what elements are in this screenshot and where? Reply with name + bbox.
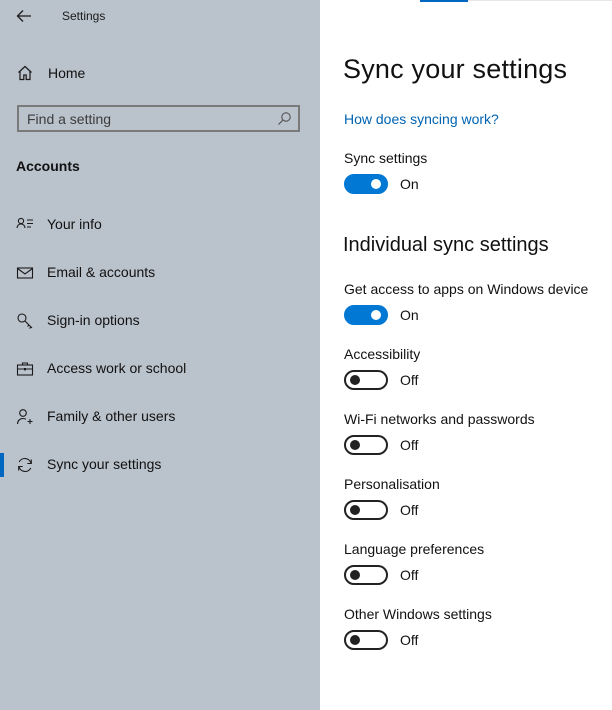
key-icon <box>16 312 34 330</box>
toggle-state: Off <box>400 372 419 388</box>
sidebar-item-sign-in-options[interactable]: Sign-in options <box>0 301 320 341</box>
home-icon <box>16 64 34 82</box>
toggle-state: Off <box>400 437 419 453</box>
toggle-knob <box>350 375 360 385</box>
personalisation-toggle[interactable] <box>344 500 388 520</box>
toggle-state: On <box>400 307 419 323</box>
nav-home[interactable]: Home <box>16 62 306 86</box>
sidebar-item-label: Sync your settings <box>47 456 162 472</box>
toggle-knob <box>371 310 381 320</box>
search-box[interactable] <box>17 105 300 132</box>
setting-row-other-windows: Other Windows settings Off <box>344 606 604 660</box>
briefcase-icon <box>16 360 34 378</box>
search-input[interactable] <box>27 110 267 128</box>
toggle-state: Off <box>400 567 419 583</box>
active-indicator <box>0 453 4 477</box>
sidebar-item-sync-your-settings[interactable]: Sync your settings <box>0 445 320 485</box>
app-title: Settings <box>62 9 106 23</box>
section-heading: Accounts <box>16 158 80 174</box>
setting-label: Language preferences <box>344 541 485 557</box>
sidebar-item-label: Email & accounts <box>47 264 156 280</box>
language-preferences-toggle[interactable] <box>344 565 388 585</box>
toggle-knob <box>350 570 360 580</box>
sidebar-item-access-work-school[interactable]: Access work or school <box>0 349 320 389</box>
setting-label: Accessibility <box>344 346 421 362</box>
setting-row-accessibility: Accessibility Off <box>344 346 604 400</box>
setting-row-apps-access: Get access to apps on Windows device On <box>344 281 604 335</box>
sync-settings-row: Sync settings On <box>344 150 604 204</box>
top-divider <box>468 0 612 1</box>
sidebar-item-label: Sign-in options <box>47 312 140 328</box>
toggle-knob <box>350 505 360 515</box>
page-title: Sync your settings <box>343 54 568 84</box>
contact-info-icon <box>16 216 34 234</box>
accessibility-toggle[interactable] <box>344 370 388 390</box>
sidebar-item-family-other-users[interactable]: Family & other users <box>0 397 320 437</box>
sidebar-item-label: Your info <box>47 216 102 232</box>
sidebar-item-label: Family & other users <box>47 408 176 424</box>
toggle-state: On <box>400 176 419 192</box>
sidebar-item-label: Access work or school <box>47 360 187 376</box>
title-bar: Settings <box>0 0 320 34</box>
other-windows-settings-toggle[interactable] <box>344 630 388 650</box>
setting-label: Personalisation <box>344 476 440 492</box>
setting-row-wifi: Wi-Fi networks and passwords Off <box>344 411 604 465</box>
add-user-icon <box>16 408 34 426</box>
sidebar-item-email-accounts[interactable]: Email & accounts <box>0 253 320 293</box>
toggle-knob <box>371 179 381 189</box>
setting-row-personalisation: Personalisation Off <box>344 476 604 530</box>
mail-icon <box>16 264 34 282</box>
top-accent-line <box>420 0 468 2</box>
nav-home-label: Home <box>48 65 86 81</box>
setting-label: Sync settings <box>344 150 428 166</box>
how-syncing-works-link[interactable]: How does syncing work? <box>344 111 499 127</box>
toggle-state: Off <box>400 502 419 518</box>
setting-label: Get access to apps on Windows device <box>344 281 589 297</box>
toggle-knob <box>350 440 360 450</box>
setting-label: Wi-Fi networks and passwords <box>344 411 535 427</box>
back-arrow-icon[interactable] <box>14 6 34 26</box>
apps-access-toggle[interactable] <box>344 305 388 325</box>
search-icon[interactable] <box>277 111 292 126</box>
toggle-knob <box>350 635 360 645</box>
wifi-passwords-toggle[interactable] <box>344 435 388 455</box>
main-content: Sync your settings How does syncing work… <box>320 0 612 710</box>
sync-icon <box>16 456 34 474</box>
sync-settings-toggle[interactable] <box>344 174 388 194</box>
setting-row-language: Language preferences Off <box>344 541 604 595</box>
setting-label: Other Windows settings <box>344 606 492 622</box>
toggle-state: Off <box>400 632 419 648</box>
sidebar: Settings Home Accounts Your info Email &… <box>0 0 320 710</box>
individual-sync-heading: Individual sync settings <box>343 234 549 256</box>
sidebar-item-your-info[interactable]: Your info <box>0 205 320 245</box>
